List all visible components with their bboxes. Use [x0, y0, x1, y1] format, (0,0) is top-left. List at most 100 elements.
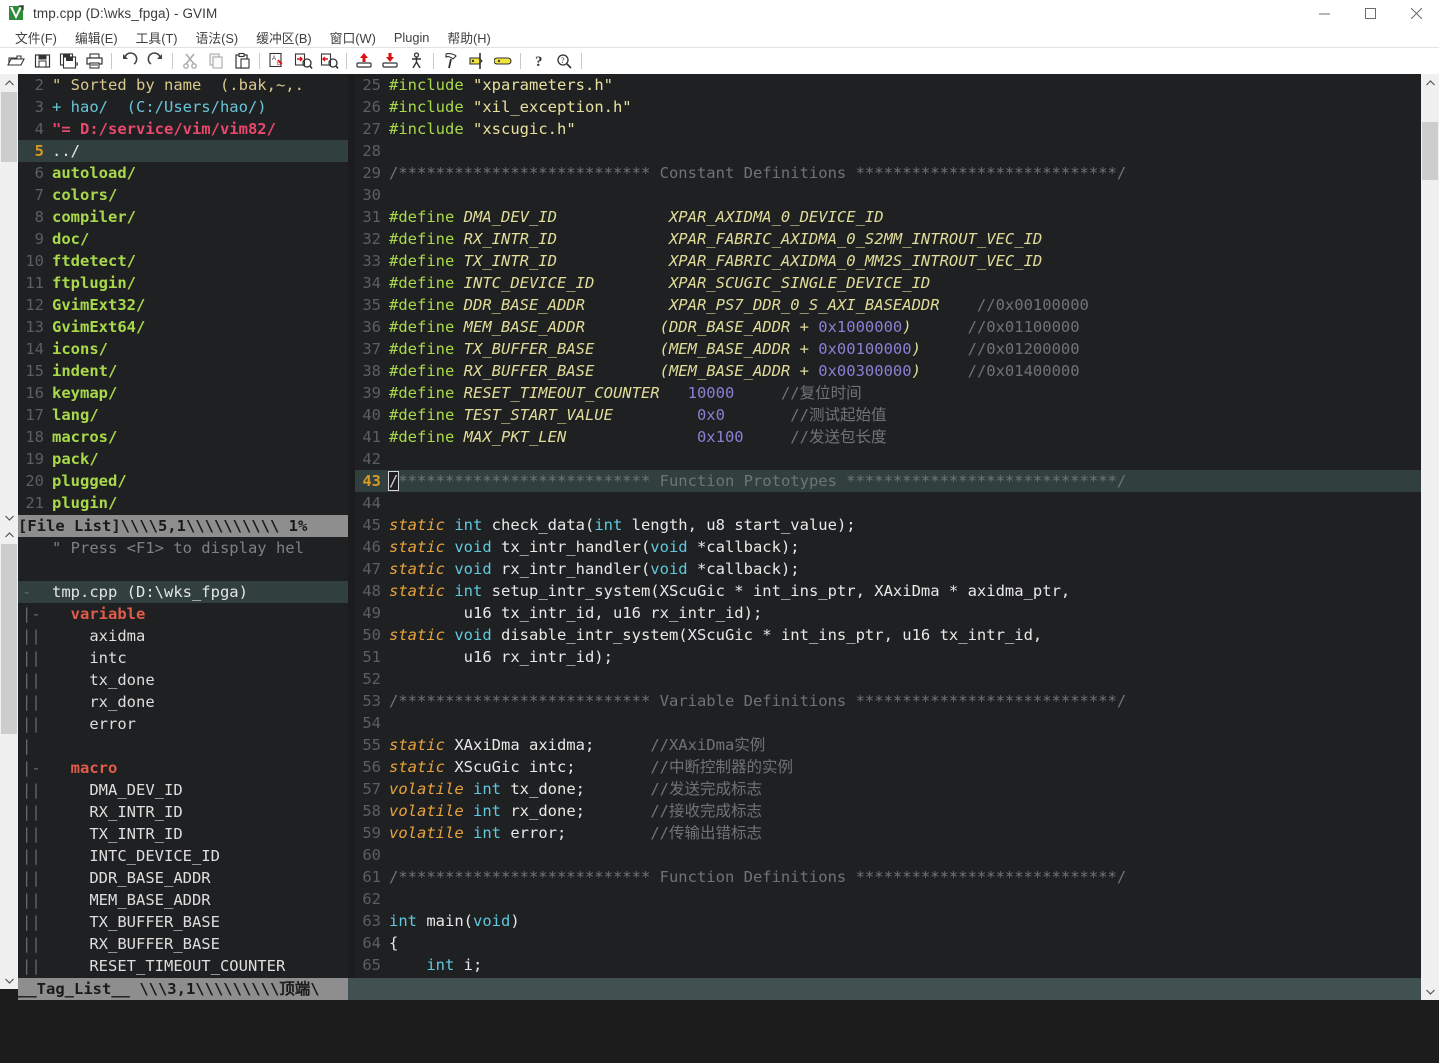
- code-line[interactable]: 39 #define RESET_TIMEOUT_COUNTER 10000 //…: [355, 382, 1421, 404]
- tag-list-item[interactable]: || rx_done: [18, 691, 348, 713]
- code-line[interactable]: 55 static XAxiDma axidma; //XAxiDma实例: [355, 734, 1421, 756]
- tag-list-item[interactable]: || error: [18, 713, 348, 735]
- tag-list-item[interactable]: || intc: [18, 647, 348, 669]
- code-line[interactable]: 2 " Sorted by name (.bak,~,.: [18, 74, 348, 96]
- code-line[interactable]: 46 static void tx_intr_handler(void *call…: [355, 536, 1421, 558]
- tag-list-item[interactable]: || TX_BUFFER_BASE: [18, 911, 348, 933]
- code-line[interactable]: 28: [355, 140, 1421, 162]
- code-line[interactable]: 64 {: [355, 932, 1421, 954]
- code-line[interactable]: 13 GvimExt64/: [18, 316, 348, 338]
- undo-icon[interactable]: [116, 49, 142, 73]
- code-line[interactable]: 42: [355, 448, 1421, 470]
- code-line[interactable]: 29 /*************************** Constant …: [355, 162, 1421, 184]
- tag-list-item[interactable]: |- macro: [18, 757, 348, 779]
- code-line[interactable]: 36 #define MEM_BASE_ADDR (DDR_BASE_ADDR +…: [355, 316, 1421, 338]
- code-line[interactable]: 63 int main(void): [355, 910, 1421, 932]
- code-line[interactable]: 26 #include "xil_exception.h": [355, 96, 1421, 118]
- code-line[interactable]: 8 compiler/: [18, 206, 348, 228]
- code-line[interactable]: 9 doc/: [18, 228, 348, 250]
- code-line[interactable]: 4 "= D:/service/vim/vim82/: [18, 118, 348, 140]
- tag-list-item[interactable]: || INTC_DEVICE_ID: [18, 845, 348, 867]
- save-file-icon[interactable]: [29, 49, 55, 73]
- tag-list-item[interactable]: || TX_INTR_ID: [18, 823, 348, 845]
- code-line[interactable]: 37 #define TX_BUFFER_BASE (MEM_BASE_ADDR …: [355, 338, 1421, 360]
- code-line[interactable]: 19 pack/: [18, 448, 348, 470]
- menu-help[interactable]: 帮助(H): [438, 27, 499, 48]
- tag-list-item[interactable]: || RX_INTR_ID: [18, 801, 348, 823]
- run-script-icon[interactable]: [403, 49, 429, 73]
- command-line[interactable]: :WMToggle: [0, 1033, 1439, 1063]
- menu-window[interactable]: 窗口(W): [321, 27, 385, 48]
- copy-icon[interactable]: [203, 49, 229, 73]
- scrollbar-thumb[interactable]: [1, 92, 17, 162]
- code-line[interactable]: 40 #define TEST_START_VALUE 0x0 //测试起始值: [355, 404, 1421, 426]
- code-line[interactable]: 35 #define DDR_BASE_ADDR XPAR_PS7_DDR_0_S…: [355, 294, 1421, 316]
- code-line[interactable]: 61 /*************************** Function …: [355, 866, 1421, 888]
- menu-syntax[interactable]: 语法(S): [187, 27, 248, 48]
- tag-list-item[interactable]: || tx_done: [18, 669, 348, 691]
- minimize-button[interactable]: [1301, 0, 1347, 26]
- filelist-scrollbar[interactable]: [0, 74, 18, 526]
- tag-list-item[interactable]: || RESET_TIMEOUT_COUNTER: [18, 955, 348, 977]
- code-line[interactable]: 62: [355, 888, 1421, 910]
- code-line[interactable]: 60: [355, 844, 1421, 866]
- code-line[interactable]: 34 #define INTC_DEVICE_ID XPAR_SCUGIC_SIN…: [355, 272, 1421, 294]
- save-all-icon[interactable]: [55, 49, 81, 73]
- scrollbar-thumb[interactable]: [1422, 122, 1438, 180]
- tag-list-item[interactable]: || DMA_DEV_ID: [18, 779, 348, 801]
- code-line[interactable]: 32 #define RX_INTR_ID XPAR_FABRIC_AXIDMA_…: [355, 228, 1421, 250]
- scroll-down-arrow[interactable]: [0, 972, 18, 989]
- code-line[interactable]: 27 #include "xscugic.h": [355, 118, 1421, 140]
- code-line[interactable]: 57 volatile int tx_done; //发送完成标志: [355, 778, 1421, 800]
- tag-list-item[interactable]: |: [18, 735, 348, 757]
- code-line[interactable]: 7 colors/: [18, 184, 348, 206]
- paste-icon[interactable]: [229, 49, 255, 73]
- code-line[interactable]: 6 autoload/: [18, 162, 348, 184]
- code-line[interactable]: 3 + hao/ (C:/Users/hao/): [18, 96, 348, 118]
- menu-file[interactable]: 文件(F): [6, 27, 66, 48]
- load-session-icon[interactable]: [351, 49, 377, 73]
- find-previous-icon[interactable]: [316, 49, 342, 73]
- code-line[interactable]: 50 static void disable_intr_system(XScuGi…: [355, 624, 1421, 646]
- save-session-icon[interactable]: [377, 49, 403, 73]
- scroll-up-arrow[interactable]: [0, 526, 18, 543]
- cut-icon[interactable]: [177, 49, 203, 73]
- menu-edit[interactable]: 编辑(E): [66, 27, 127, 48]
- code-line[interactable]: 10 ftdetect/: [18, 250, 348, 272]
- code-line[interactable]: 21 plugin/: [18, 492, 348, 514]
- code-line[interactable]: 31 #define DMA_DEV_ID XPAR_AXIDMA_0_DEVIC…: [355, 206, 1421, 228]
- open-file-icon[interactable]: [3, 49, 29, 73]
- code-line[interactable]: 53 /*************************** Variable …: [355, 690, 1421, 712]
- code-line[interactable]: 15 indent/: [18, 360, 348, 382]
- tag-list-item[interactable]: || MEM_BASE_ADDR: [18, 889, 348, 911]
- code-line[interactable]: 45 static int check_data(int length, u8 s…: [355, 514, 1421, 536]
- editor-scrollbar[interactable]: [1421, 74, 1439, 1000]
- tag-list-item[interactable]: || DDR_BASE_ADDR: [18, 867, 348, 889]
- scroll-up-arrow[interactable]: [1421, 74, 1439, 91]
- menu-plugin[interactable]: Plugin: [385, 29, 439, 46]
- tag-list-item[interactable]: " Press <F1> to display hel: [18, 537, 348, 559]
- code-line[interactable]: 51 u16 rx_intr_id);: [355, 646, 1421, 668]
- make-icon[interactable]: [438, 49, 464, 73]
- code-line[interactable]: 30: [355, 184, 1421, 206]
- shell-icon[interactable]: [490, 49, 516, 73]
- close-button[interactable]: [1393, 0, 1439, 26]
- code-line[interactable]: 18 macros/: [18, 426, 348, 448]
- tag-list-item[interactable]: [18, 559, 348, 581]
- file-list-panel[interactable]: 2 " Sorted by name (.bak,~,. 3 + hao/ (C:/U…: [18, 74, 348, 515]
- code-line[interactable]: 5 ../: [18, 140, 348, 162]
- find-next-icon[interactable]: [290, 49, 316, 73]
- code-line[interactable]: 54: [355, 712, 1421, 734]
- scroll-down-arrow[interactable]: [1421, 983, 1439, 1000]
- code-line[interactable]: 48 static int setup_intr_system(XScuGic *…: [355, 580, 1421, 602]
- find-replace-icon[interactable]: AB: [264, 49, 290, 73]
- code-line[interactable]: 16 keymap/: [18, 382, 348, 404]
- tag-list-item[interactable]: |- variable: [18, 603, 348, 625]
- code-line[interactable]: 20 plugged/: [18, 470, 348, 492]
- code-line[interactable]: 38 #define RX_BUFFER_BASE (MEM_BASE_ADDR …: [355, 360, 1421, 382]
- code-line[interactable]: 58 volatile int rx_done; //接收完成标志: [355, 800, 1421, 822]
- editor-panel[interactable]: 25 #include "xparameters.h" 26 #include "xi…: [355, 74, 1421, 978]
- menu-buffers[interactable]: 缓冲区(B): [247, 27, 320, 48]
- code-line[interactable]: 59 volatile int error; //传输出错标志: [355, 822, 1421, 844]
- find-help-icon[interactable]: ?: [551, 49, 577, 73]
